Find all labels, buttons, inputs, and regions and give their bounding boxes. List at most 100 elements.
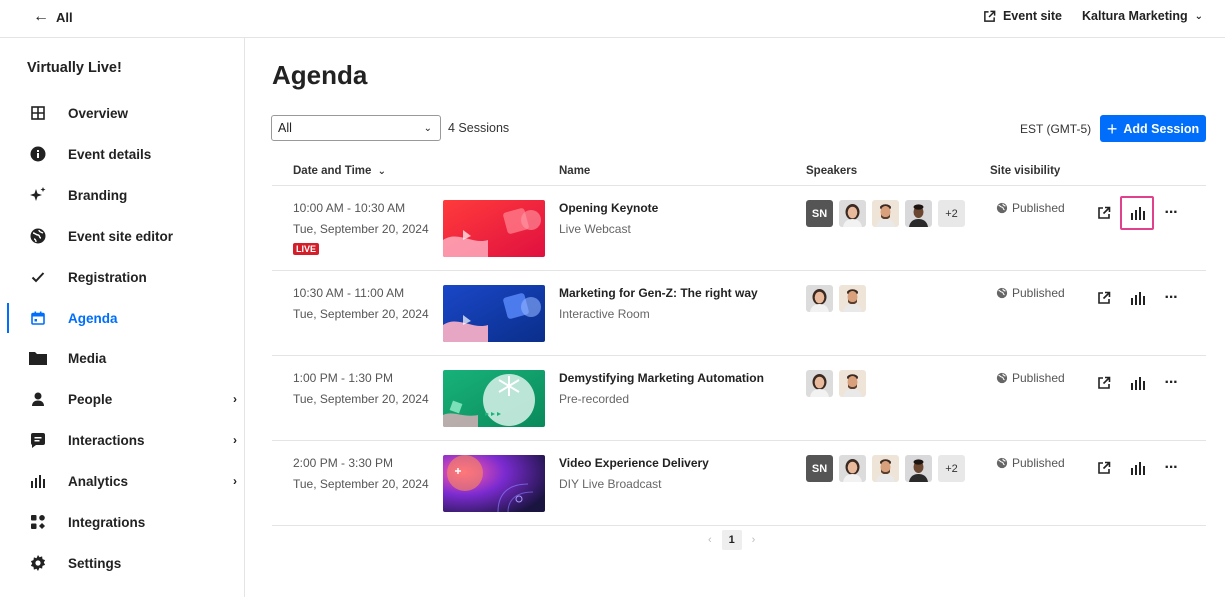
speaker-avatar[interactable]	[839, 285, 866, 312]
back-link[interactable]: ← All	[33, 9, 73, 25]
speaker-avatar[interactable]	[839, 455, 866, 482]
speaker-avatar[interactable]: SN	[806, 200, 833, 227]
add-session-button[interactable]: + Add Session	[1100, 115, 1206, 142]
speaker-avatar[interactable]: SN	[806, 455, 833, 482]
speaker-avatar[interactable]	[872, 200, 899, 227]
sidebar-item-branding[interactable]: Branding	[7, 178, 245, 212]
visibility-label: Published	[1012, 456, 1065, 470]
sidebar-item-agenda[interactable]: Agenda	[7, 301, 245, 335]
visibility-label: Published	[1012, 286, 1065, 300]
page-number[interactable]: 1	[721, 530, 742, 550]
folder-icon	[29, 349, 47, 367]
analytics-button[interactable]	[1129, 459, 1147, 477]
sidebar-item-event-details[interactable]: Event details	[7, 137, 245, 171]
speaker-avatar[interactable]	[806, 370, 833, 397]
sidebar-item-overview[interactable]: Overview	[7, 96, 245, 130]
session-name[interactable]: Marketing for Gen-Z: The right way	[559, 286, 758, 300]
analytics-button[interactable]	[1129, 289, 1147, 307]
chevron-down-icon: ⌄	[1194, 10, 1203, 22]
table-row: 1:00 PM - 1:30 PM Tue, September 20, 202…	[272, 356, 1206, 441]
session-type: Interactive Room	[559, 307, 650, 321]
column-header-date[interactable]: Date and Time ⌄	[293, 165, 386, 177]
visibility-label: Published	[1012, 201, 1065, 215]
session-type: Pre-recorded	[559, 392, 630, 406]
more-options-icon[interactable]: ···	[1162, 204, 1180, 222]
session-name[interactable]: Demystifying Marketing Automation	[559, 371, 764, 385]
sidebar-item-label: Settings	[68, 555, 122, 571]
org-selector[interactable]: Kaltura Marketing ⌄	[1082, 9, 1203, 23]
sidebar-item-event-site-editor[interactable]: Event site editor	[7, 219, 245, 253]
sidebar-item-label: Overview	[68, 105, 129, 121]
sidebar-item-registration[interactable]: Registration	[7, 260, 245, 294]
globe-icon	[996, 457, 1008, 469]
more-speakers-badge[interactable]: +2	[938, 455, 965, 482]
event-site-link[interactable]: Event site	[983, 9, 1062, 23]
session-time: 10:30 AM - 11:00 AM	[293, 286, 405, 300]
table-row: 2:00 PM - 3:30 PM Tue, September 20, 202…	[272, 441, 1206, 526]
chevron-right-icon[interactable]: ›	[752, 534, 756, 546]
sidebar-item-label: Event site editor	[68, 228, 174, 244]
more-options-icon[interactable]: ···	[1162, 374, 1180, 392]
event-site-label: Event site	[1002, 9, 1063, 23]
analytics-button[interactable]	[1129, 204, 1147, 222]
active-indicator	[7, 303, 9, 333]
session-thumbnail[interactable]	[443, 455, 545, 512]
open-session-button[interactable]	[1095, 204, 1113, 222]
external-link-icon	[1097, 376, 1111, 390]
table-row: 10:30 AM - 11:00 AM Tue, September 20, 2…	[272, 271, 1206, 356]
sidebar-item-media[interactable]: Media	[7, 341, 245, 375]
sidebar-item-settings[interactable]: Settings	[7, 546, 245, 580]
top-bar: ← All Event site Kaltura Marketing ⌄	[0, 0, 1225, 38]
session-type: DIY Live Broadcast	[559, 477, 662, 491]
chevron-down-icon: ⌄	[423, 122, 432, 134]
sidebar-item-label: Branding	[68, 187, 128, 203]
more-speakers-badge[interactable]: +2	[938, 200, 965, 227]
table-header: Date and Time ⌄ Name Speakers Site visib…	[272, 160, 1206, 186]
speaker-avatar[interactable]	[905, 455, 932, 482]
sidebar-item-label: Registration	[68, 269, 147, 285]
live-badge: LIVE	[293, 243, 320, 255]
sidebar-item-integrations[interactable]: Integrations	[7, 505, 245, 539]
analytics-button[interactable]	[1129, 374, 1147, 392]
sidebar-item-label: People	[68, 391, 113, 407]
globe-icon	[996, 287, 1008, 299]
open-session-button[interactable]	[1095, 459, 1113, 477]
more-options-icon[interactable]: ···	[1162, 459, 1180, 477]
sidebar-item-label: Event details	[68, 146, 152, 162]
session-thumbnail[interactable]	[443, 200, 545, 257]
session-time: 1:00 PM - 1:30 PM	[293, 371, 394, 385]
check-icon	[29, 268, 47, 286]
open-session-button[interactable]	[1095, 374, 1113, 392]
chevron-left-icon[interactable]: ‹	[708, 534, 712, 546]
speaker-list: SN +2	[806, 200, 971, 227]
more-options-icon[interactable]: ···	[1162, 289, 1180, 307]
sidebar-item-interactions[interactable]: Interactions ›	[7, 423, 245, 457]
session-filter-select[interactable]: All ⌄	[271, 115, 441, 141]
sidebar-item-people[interactable]: People ›	[7, 382, 245, 416]
speaker-avatar[interactable]	[839, 200, 866, 227]
open-session-button[interactable]	[1095, 289, 1113, 307]
info-icon	[29, 145, 47, 163]
sidebar-item-label: Analytics	[68, 473, 129, 489]
speaker-avatar[interactable]	[806, 285, 833, 312]
visibility-status: Published	[996, 456, 1065, 470]
session-thumbnail[interactable]	[443, 370, 545, 427]
speaker-avatar[interactable]	[872, 455, 899, 482]
session-name[interactable]: Opening Keynote	[559, 201, 658, 215]
session-time: 10:00 AM - 10:30 AM	[293, 201, 406, 215]
filter-value: All	[278, 121, 292, 135]
globe-icon	[29, 227, 47, 245]
session-name[interactable]: Video Experience Delivery	[559, 456, 709, 470]
speaker-list	[806, 370, 872, 397]
chat-icon	[29, 431, 47, 449]
sidebar-item-analytics[interactable]: Analytics ›	[7, 464, 245, 498]
grid-icon	[29, 104, 47, 122]
speaker-avatar[interactable]	[905, 200, 932, 227]
session-time: 2:00 PM - 3:30 PM	[293, 456, 394, 470]
table-row: 10:00 AM - 10:30 AM Tue, September 20, 2…	[272, 186, 1206, 271]
speaker-avatar[interactable]	[839, 370, 866, 397]
session-date: Tue, September 20, 2024	[293, 392, 429, 406]
session-thumbnail[interactable]	[443, 285, 545, 342]
chevron-right-icon: ›	[233, 474, 237, 488]
session-count: 4 Sessions	[448, 121, 510, 135]
